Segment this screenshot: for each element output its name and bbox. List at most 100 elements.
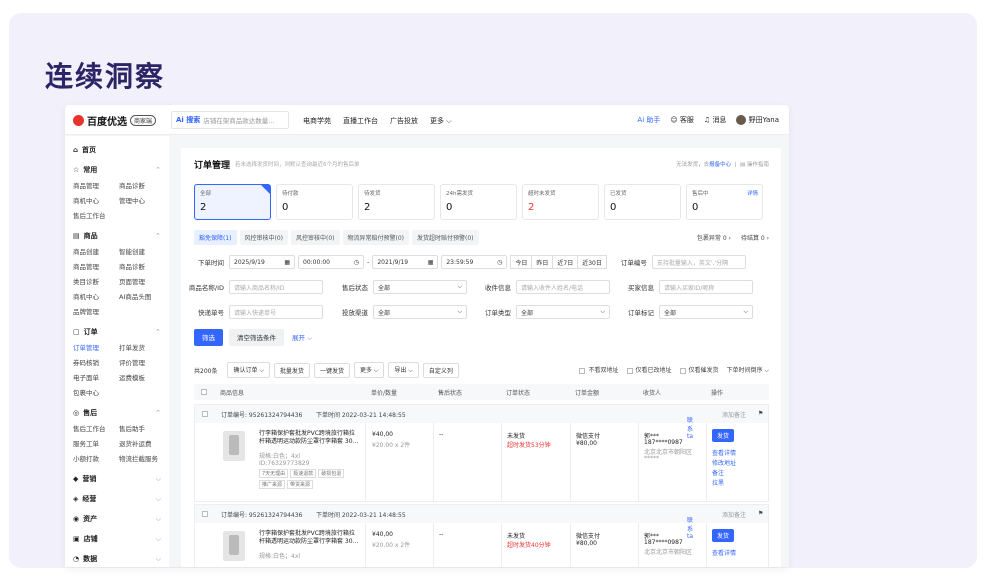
sidebar-item[interactable]: 电子面单	[73, 372, 119, 382]
sidebar-item[interactable]: 售后工作台	[73, 210, 119, 220]
sidebar-section-header[interactable]: ▣ 店铺 ⌵	[65, 529, 169, 549]
sidebar-item[interactable]: 评价管理	[119, 357, 165, 367]
toolbar-action[interactable]: 批量发货	[273, 362, 310, 378]
sidebar-item[interactable]: 打单发货	[119, 342, 165, 352]
type-select[interactable]: 全部 ⌵	[516, 305, 610, 319]
time-to-input[interactable]: 23:59:59 ◷	[441, 255, 508, 269]
sidebar-item[interactable]: 品牌管理	[73, 306, 119, 316]
status-card[interactable]: 24h需发货 0	[440, 184, 517, 220]
detail-link[interactable]: 详情	[747, 189, 758, 197]
sidebar-item[interactable]: 智能创建	[119, 246, 165, 256]
sidebar-item[interactable]: 商机中心	[73, 195, 119, 205]
nav-item[interactable]: 电商学苑	[303, 116, 331, 126]
ai-help-button[interactable]: Ai 助手	[637, 115, 660, 125]
sidebar-item[interactable]: 商品诊断	[119, 261, 165, 271]
ship-button[interactable]: 发货	[712, 529, 735, 542]
channel-select[interactable]: 全部 ⌵	[373, 305, 467, 319]
sidebar-section-header[interactable]: ▢ 订单 ⌃	[65, 322, 169, 342]
buyer-input[interactable]: 请输入买家ID/昵称	[659, 280, 753, 294]
order-action-link[interactable]: 备注	[712, 468, 724, 477]
select-all-checkbox[interactable]	[201, 389, 207, 395]
sidebar-item[interactable]: 页面管理	[119, 276, 165, 286]
filter-checkbox[interactable]: 仅看催发货	[679, 365, 719, 375]
sidebar-item[interactable]: 运费模板	[119, 372, 165, 382]
add-remark-link[interactable]: 添加备注	[722, 410, 746, 419]
warning-tab[interactable]: 风控审核中(0)	[239, 230, 288, 245]
time-from-input[interactable]: 00:00:00 ◷	[298, 255, 364, 269]
guide-link[interactable]: 操作指南	[747, 162, 769, 168]
order-no-input[interactable]: 支持批量输入，英文','分隔	[651, 255, 746, 269]
warning-tab[interactable]: 物流异常赔付预警(0)	[342, 230, 409, 245]
express-input[interactable]: 请输入快递单号	[229, 305, 323, 319]
toolbar-action[interactable]: 确认订单 ⌵	[227, 362, 270, 378]
quick-30days[interactable]: 近30日	[577, 255, 607, 269]
order-action-link[interactable]: 拉黑	[712, 478, 724, 487]
report-center-link[interactable]: 报备中心	[709, 162, 731, 168]
status-card[interactable]: 待付款 0	[276, 184, 353, 220]
pending-settlement-link[interactable]: 待结算 0 ›	[741, 233, 769, 242]
product-thumbnail[interactable]	[223, 531, 245, 561]
warning-tab[interactable]: 豁免保障(1)	[194, 230, 237, 245]
filter-checkbox[interactable]: 仅看已改地址	[626, 365, 672, 375]
nav-item-more[interactable]: 更多 ⌵	[430, 116, 452, 126]
sidebar-item[interactable]: 类目诊断	[73, 276, 119, 286]
checkbox[interactable]	[679, 367, 686, 374]
sidebar-item[interactable]: 商品创建	[73, 246, 119, 256]
sidebar-section-header[interactable]: ◎ 售后 ⌃	[65, 403, 169, 423]
sidebar-section-header[interactable]: ◆ 营销 ⌵	[65, 469, 169, 489]
status-card[interactable]: 售后中 0 详情	[686, 184, 763, 220]
sidebar-item[interactable]: 小额打款	[73, 453, 119, 463]
sidebar-item[interactable]: 商品管理	[73, 261, 119, 271]
sidebar-item[interactable]: 售后工作台	[73, 423, 119, 433]
sidebar-section-header[interactable]: ▤ 商品 ⌃	[65, 226, 169, 246]
order-action-link[interactable]: 修改地址	[712, 458, 736, 467]
aftersale-select[interactable]: 全部 ⌵	[373, 280, 467, 294]
sidebar-item[interactable]: 商机中心	[73, 291, 119, 301]
service-button[interactable]: ☺ 客服	[670, 115, 694, 125]
checkbox[interactable]	[626, 367, 633, 374]
toolbar-action[interactable]: 一键发货	[313, 362, 350, 378]
nav-item[interactable]: 直播工作台	[343, 116, 378, 126]
messages-button[interactable]: ♫ 消息	[704, 115, 727, 125]
sidebar-item[interactable]: 物流拦截服务	[119, 453, 165, 463]
sidebar-item[interactable]: AI商品头图	[119, 291, 165, 301]
sidebar-item[interactable]: 券码核销	[73, 357, 119, 367]
sidebar-item[interactable]: 售后助手	[119, 423, 165, 433]
quick-7days[interactable]: 近7日	[552, 255, 579, 269]
sidebar-item[interactable]: 服务工单	[73, 438, 119, 448]
order-checkbox[interactable]	[202, 411, 208, 417]
search-input[interactable]: 店铺在架商品款达数量...	[203, 115, 274, 125]
user-menu[interactable]: 野田Yana	[736, 115, 779, 125]
clear-filters-button[interactable]: 清空筛选条件	[229, 329, 284, 346]
toolbar-action[interactable]: 自定义列	[422, 362, 459, 378]
warning-tab[interactable]: 风控审核中(0)	[291, 230, 340, 245]
mark-select[interactable]: 全部 ⌵	[659, 305, 753, 319]
order-action-link[interactable]: 查看详情	[712, 548, 736, 557]
sort-select[interactable]: 下单时间倒序 ⌵	[727, 365, 769, 375]
receiver-input[interactable]: 请输入收件人姓名/电话	[516, 280, 610, 294]
expand-button[interactable]: 展开 ⌵	[290, 329, 314, 346]
status-card[interactable]: 已发货 0	[604, 184, 681, 220]
filter-checkbox[interactable]: 不看双地址	[579, 365, 619, 375]
checkbox[interactable]	[579, 367, 586, 374]
quick-today[interactable]: 今日	[510, 255, 533, 269]
sidebar-item-home[interactable]: ⌂ 首页	[65, 140, 169, 160]
toolbar-action[interactable]: 更多 ⌵	[353, 362, 385, 378]
product-name[interactable]: 行李箱保护套批发PVC跨境旅行箱拉杆箱透明运动款防尘罩行李箱套 30...	[259, 530, 359, 546]
date-to-input[interactable]: 2021/9/19 ▦	[372, 255, 439, 269]
sidebar-item[interactable]: 订单管理	[73, 342, 119, 352]
sidebar-section-header[interactable]: ◔ 数据 ⌵	[65, 549, 169, 567]
ship-button[interactable]: 发货	[712, 429, 735, 442]
sidebar-item[interactable]: 商品诊断	[119, 180, 165, 190]
sidebar-section-header[interactable]: ☆ 常用 ⌃	[65, 160, 169, 180]
sidebar-section-header[interactable]: ◈ 经营 ⌵	[65, 489, 169, 509]
status-card[interactable]: 全部 2	[194, 184, 271, 220]
package-exception-link[interactable]: 包裹异常 0 ›	[697, 233, 731, 242]
toolbar-action[interactable]: 导出 ⌵	[388, 362, 419, 378]
sidebar-item[interactable]: 退货补运费	[119, 438, 165, 448]
product-name[interactable]: 行李箱保护套批发PVC跨境旅行箱拉杆箱透明运动款防尘罩行李箱套 30...	[259, 430, 359, 446]
sidebar-item[interactable]: 商品管理	[73, 180, 119, 190]
product-input[interactable]: 请输入商品名称/ID	[229, 280, 323, 294]
order-checkbox[interactable]	[202, 511, 208, 517]
sidebar-item[interactable]: 管理中心	[119, 195, 165, 205]
